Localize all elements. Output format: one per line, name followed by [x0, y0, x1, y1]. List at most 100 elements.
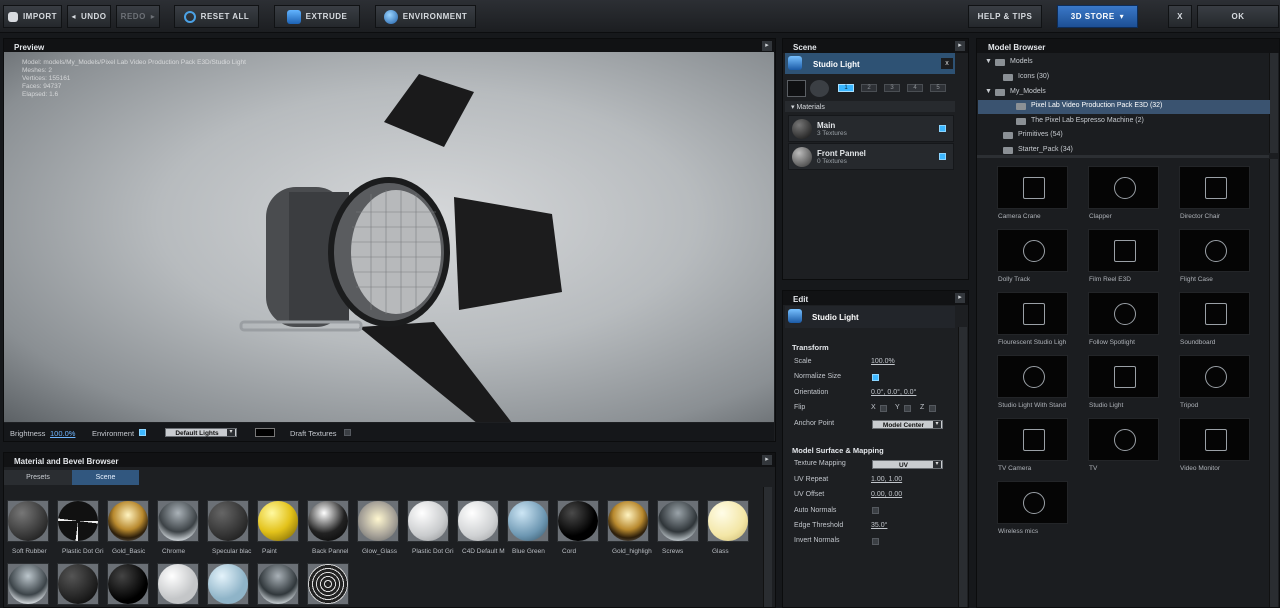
edit-scrollbar[interactable]	[958, 327, 967, 607]
material-swatch[interactable]	[607, 500, 649, 542]
model-thumbnail[interactable]	[997, 292, 1068, 335]
panel-menu-icon[interactable]: ▸	[762, 41, 772, 51]
model-thumbnail[interactable]	[997, 481, 1068, 524]
chevron-down-icon[interactable]: ▼	[985, 88, 992, 95]
scale-value[interactable]: 100.0%	[871, 358, 895, 365]
tab-presets[interactable]: Presets	[4, 470, 72, 485]
invert-normals-checkbox[interactable]	[872, 538, 879, 545]
scene-layer-tab[interactable]: 5	[930, 84, 946, 92]
tree-item-label[interactable]: Models	[1010, 58, 1033, 65]
model-thumbnail[interactable]	[1088, 355, 1159, 398]
material-swatch[interactable]	[7, 563, 49, 605]
model-thumbnail[interactable]	[997, 229, 1068, 272]
light-mode-icon[interactable]	[787, 80, 806, 97]
material-swatch[interactable]	[257, 563, 299, 605]
material-swatch[interactable]	[557, 500, 599, 542]
draft-textures-checkbox[interactable]	[344, 429, 351, 436]
help-tips-button[interactable]: HELP & TIPS	[968, 5, 1042, 28]
material-swatch[interactable]	[107, 500, 149, 542]
material-swatch[interactable]	[107, 563, 149, 605]
scene-object-header[interactable]: Studio Light x	[785, 53, 955, 74]
material-swatch[interactable]	[7, 500, 49, 542]
uv-repeat-value[interactable]: 1.00, 1.00	[871, 476, 902, 483]
normalize-size-checkbox[interactable]	[872, 374, 879, 381]
material-scrollbar[interactable]	[763, 487, 772, 607]
material-swatch[interactable]	[457, 500, 499, 542]
thumbnail-scrollbar[interactable]	[1269, 159, 1278, 607]
import-button[interactable]: IMPORT	[3, 5, 62, 28]
material-swatch[interactable]	[707, 500, 749, 542]
material-swatch[interactable]	[157, 563, 199, 605]
undo-button[interactable]: ◂ UNDO	[67, 5, 111, 28]
orientation-value[interactable]: 0.0°, 0.0°, 0.0°	[871, 389, 916, 396]
lights-dropdown[interactable]: Default Lights	[165, 428, 237, 437]
panel-menu-icon[interactable]: ▸	[955, 41, 965, 51]
material-swatch[interactable]	[207, 563, 249, 605]
material-swatch[interactable]	[307, 500, 349, 542]
tree-item-label[interactable]: The Pixel Lab Espresso Machine (2)	[1031, 117, 1144, 124]
material-visible-checkbox[interactable]	[939, 153, 946, 160]
gear-icon[interactable]	[810, 80, 829, 97]
model-thumbnail[interactable]	[1179, 292, 1250, 335]
material-item-main[interactable]: Main 3 Textures	[788, 115, 954, 142]
material-swatch[interactable]	[57, 500, 99, 542]
uv-offset-value[interactable]: 0.00, 0.00	[871, 491, 902, 498]
edge-threshold-value[interactable]: 35.0°	[871, 522, 887, 529]
tree-item-label[interactable]: Pixel Lab Video Production Pack E3D (32)	[1031, 102, 1162, 109]
material-swatch[interactable]	[257, 500, 299, 542]
material-swatch[interactable]	[407, 500, 449, 542]
model-thumbnail[interactable]	[1179, 418, 1250, 461]
material-swatch[interactable]	[357, 500, 399, 542]
model-thumbnail[interactable]	[1179, 355, 1250, 398]
redo-button[interactable]: REDO ▸	[116, 5, 160, 28]
model-thumbnail[interactable]	[997, 418, 1068, 461]
cancel-button[interactable]: X	[1168, 5, 1192, 28]
model-thumbnail[interactable]	[1179, 166, 1250, 209]
tree-scrollbar[interactable]	[1269, 53, 1278, 153]
flip-y-checkbox[interactable]	[904, 405, 911, 412]
materials-section-header[interactable]: ▾ Materials	[785, 101, 955, 112]
brightness-value[interactable]: 100.0%	[50, 429, 75, 438]
model-thumbnail[interactable]	[1088, 166, 1159, 209]
auto-normals-checkbox[interactable]	[872, 507, 879, 514]
panel-menu-icon[interactable]: ▸	[762, 455, 772, 465]
tree-item-label[interactable]: Starter_Pack (34)	[1018, 146, 1073, 153]
background-color-swatch[interactable]	[255, 428, 275, 437]
tree-item-label[interactable]: Primitives (54)	[1018, 131, 1063, 138]
material-swatch[interactable]	[57, 563, 99, 605]
environment-checkbox[interactable]	[139, 429, 146, 436]
scene-layer-tab[interactable]: 1	[838, 84, 854, 92]
3d-store-button[interactable]: 3D STORE ▾	[1057, 5, 1138, 28]
scene-layer-tab[interactable]: 2	[861, 84, 877, 92]
flip-z-checkbox[interactable]	[929, 405, 936, 412]
3d-viewport[interactable]	[4, 52, 774, 437]
model-thumbnail[interactable]	[1088, 229, 1159, 272]
panel-menu-icon[interactable]: ▸	[955, 293, 965, 303]
model-thumbnail[interactable]	[1088, 292, 1159, 335]
environment-button[interactable]: ENVIRONMENT	[375, 5, 476, 28]
tree-item-label[interactable]: Icons (30)	[1018, 73, 1049, 80]
flip-x-checkbox[interactable]	[880, 405, 887, 412]
material-item-front-pannel[interactable]: Front Pannel 0 Textures	[788, 143, 954, 170]
scene-layer-tab[interactable]: 4	[907, 84, 923, 92]
tab-scene[interactable]: Scene	[72, 470, 139, 485]
close-object-button[interactable]: x	[941, 58, 953, 69]
model-thumbnail[interactable]	[997, 355, 1068, 398]
splitter[interactable]	[977, 155, 1269, 158]
material-swatch[interactable]	[157, 500, 199, 542]
reset-all-button[interactable]: RESET ALL	[174, 5, 259, 28]
model-thumbnail[interactable]	[997, 166, 1068, 209]
extrude-button[interactable]: EXTRUDE	[274, 5, 360, 28]
material-swatch[interactable]	[657, 500, 699, 542]
model-thumbnail[interactable]	[1088, 418, 1159, 461]
anchor-point-dropdown[interactable]: Model Center	[872, 420, 943, 429]
chevron-down-icon[interactable]: ▼	[985, 58, 992, 65]
texture-mapping-dropdown[interactable]: UV	[872, 460, 943, 469]
material-swatch[interactable]	[507, 500, 549, 542]
material-swatch[interactable]	[307, 563, 349, 605]
ok-button[interactable]: OK	[1197, 5, 1279, 28]
model-thumbnail[interactable]	[1179, 229, 1250, 272]
scene-layer-tab[interactable]: 3	[884, 84, 900, 92]
material-visible-checkbox[interactable]	[939, 125, 946, 132]
tree-item-label[interactable]: My_Models	[1010, 88, 1046, 95]
